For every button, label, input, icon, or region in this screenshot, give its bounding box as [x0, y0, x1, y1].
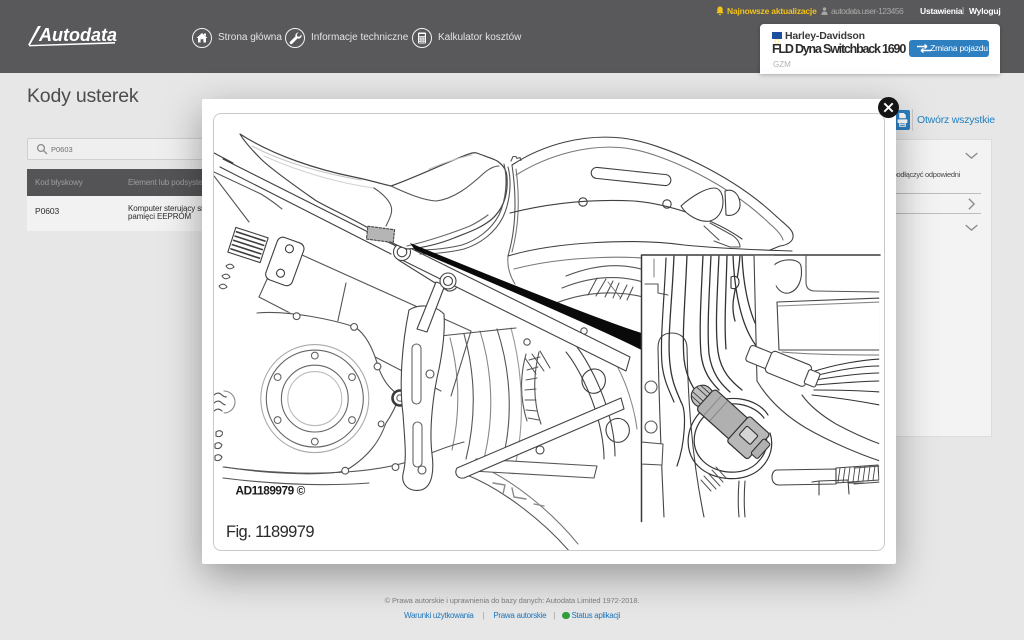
svg-text:AD1189979 ©: AD1189979 © [236, 484, 306, 498]
svg-text:Autodata: Autodata [38, 25, 117, 45]
